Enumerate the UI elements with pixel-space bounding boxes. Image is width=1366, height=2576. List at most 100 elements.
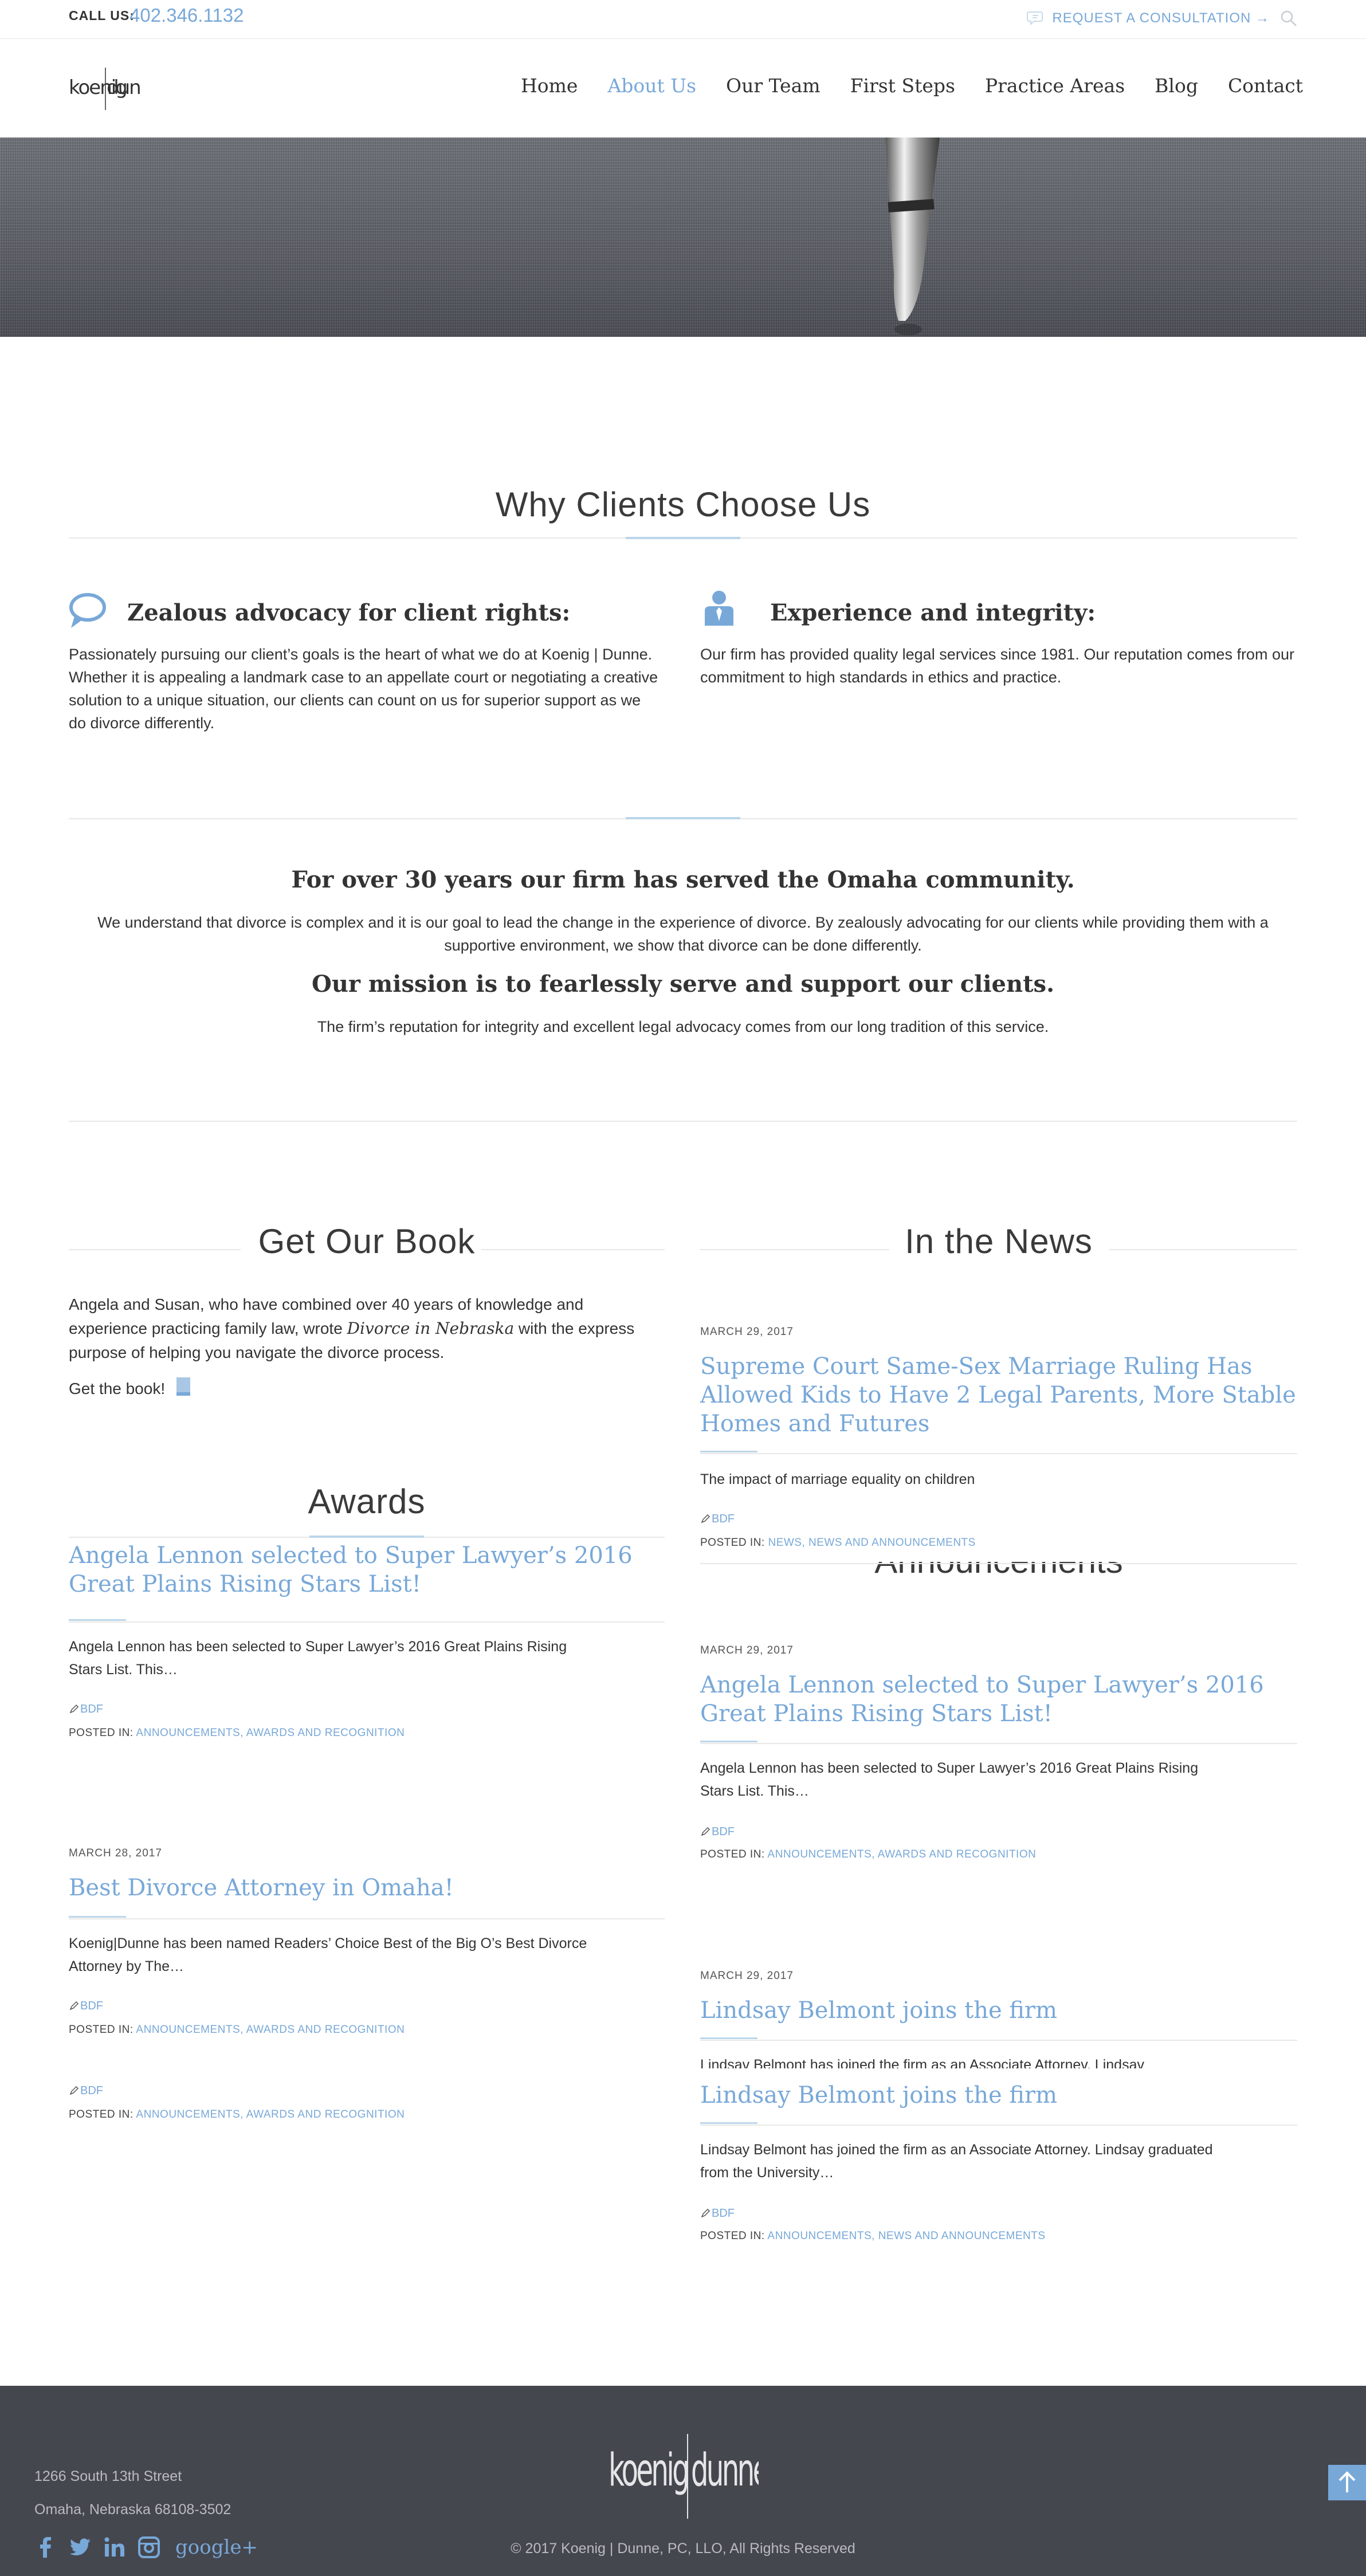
- news-title: In the News: [905, 1222, 1093, 1260]
- divider-accent: [309, 1536, 424, 1538]
- svg-text:koenig: koenig: [609, 2445, 688, 2496]
- book-text: Angela and Susan, who have combined over…: [69, 1293, 665, 1365]
- nav-our-team[interactable]: Our Team: [726, 74, 821, 97]
- mission-text-1: We understand that divorce is complex an…: [97, 914, 1269, 954]
- nav-first-steps[interactable]: First Steps: [850, 74, 955, 97]
- pen-icon: [69, 1704, 79, 1714]
- announce-categories-3[interactable]: ANNOUNCEMENTS, NEWS AND ANNOUNCEMENTS: [767, 2230, 1045, 2242]
- speech-bubble-icon: [69, 593, 106, 628]
- announcements-title: Announcements: [700, 1562, 1297, 1579]
- footer-address-line-2: Omaha, Nebraska 68108-3502: [34, 2502, 231, 2518]
- news-categories[interactable]: NEWS, NEWS AND ANNOUNCEMENTS: [768, 1537, 975, 1549]
- awards-categories-1[interactable]: ANNOUNCEMENTS, AWARDS AND RECOGNITION: [136, 1727, 405, 1739]
- posted-label: POSTED IN:: [700, 1848, 765, 1860]
- site-footer: 1266 South 13th Street Omaha, Nebraska 6…: [0, 2386, 1366, 2576]
- awards-author-3[interactable]: BDF: [80, 2084, 103, 2098]
- awards-author-1[interactable]: BDF: [80, 1703, 103, 1716]
- news-author-link[interactable]: BDF: [712, 1513, 735, 1526]
- nav-about-us[interactable]: About Us: [607, 74, 696, 97]
- announce-categories-1[interactable]: ANNOUNCEMENTS, AWARDS AND RECOGNITION: [767, 1848, 1036, 1860]
- announce-excerpt-1: Angela Lennon has been selected to Super…: [700, 1760, 1199, 1799]
- announce-author-1[interactable]: BDF: [712, 1825, 735, 1839]
- announce-date-1: MARCH 29, 2017: [700, 1644, 794, 1656]
- announcements-title-clip: Announcements: [700, 1562, 1297, 1579]
- announce-date-2: MARCH 29, 2017: [700, 1970, 794, 1982]
- awards-categories-2[interactable]: ANNOUNCEMENTS, AWARDS AND RECOGNITION: [136, 2024, 405, 2036]
- feature-heading-advocacy: Zealous advocacy for client rights:: [127, 599, 571, 626]
- divider-accent: [626, 817, 740, 819]
- awards-post-title-1[interactable]: Angela Lennon selected to Super Lawyer’s…: [69, 1545, 676, 1599]
- request-consultation[interactable]: REQUEST A CONSULTATION →: [1027, 7, 1297, 30]
- get-book-link[interactable]: Get the book!: [69, 1377, 165, 1400]
- posted-label: POSTED IN:: [700, 1537, 765, 1549]
- divider: [700, 1453, 1297, 1454]
- main-nav: Home About Us Our Team First Steps Pract…: [491, 74, 1303, 97]
- divider: [69, 1121, 1297, 1122]
- news-post-title[interactable]: Supreme Court Same-Sex Marriage Ruling H…: [700, 1352, 1302, 1438]
- why-title: Why Clients Choose Us: [495, 485, 871, 524]
- title-accent: [700, 2037, 757, 2039]
- feature-text-experience: Our firm has provided quality legal serv…: [700, 646, 1294, 686]
- pen-icon: [69, 2001, 79, 2010]
- awards-posted-in-1: POSTED IN: ANNOUNCEMENTS, AWARDS AND REC…: [69, 1727, 405, 1739]
- divider: [700, 1563, 1297, 1564]
- news-date: MARCH 29, 2017: [700, 1326, 794, 1338]
- announce-post-title-3[interactable]: Lindsay Belmont joins the firm: [700, 2081, 1308, 2110]
- search-icon[interactable]: [1280, 10, 1297, 27]
- book-title: Get Our Book: [258, 1222, 476, 1260]
- announce-author-3[interactable]: BDF: [712, 2207, 735, 2220]
- divider: [700, 2125, 1297, 2126]
- phone-link[interactable]: 402.346.1132: [129, 5, 244, 26]
- feature-text-advocacy: Passionately pursuing our client’s goals…: [69, 646, 658, 732]
- divider-accent: [626, 537, 740, 539]
- news-posted-in: POSTED IN: NEWS, NEWS AND ANNOUNCEMENTS: [700, 1537, 976, 1549]
- awards-excerpt-1: Angela Lennon has been selected to Super…: [69, 1639, 567, 1678]
- divider: [69, 1918, 665, 1919]
- awards-title: Awards: [308, 1482, 426, 1521]
- pen-icon: [701, 1827, 711, 1836]
- request-consultation-link[interactable]: REQUEST A CONSULTATION →: [1052, 10, 1270, 26]
- announce-excerpt-3: Lindsay Belmont has joined the firm as a…: [700, 2142, 1213, 2181]
- news-excerpt: The impact of marriage equality on child…: [700, 1471, 975, 1487]
- nav-home[interactable]: Home: [521, 74, 578, 97]
- title-accent: [700, 2122, 757, 2124]
- footer-logo[interactable]: koenig dunne: [609, 2422, 759, 2520]
- site-logo[interactable]: koenig dunne: [69, 63, 141, 112]
- awards-post-title-2[interactable]: Best Divorce Attorney in Omaha!: [69, 1874, 665, 1902]
- divider: [69, 1621, 665, 1623]
- announce-posted-in-3: POSTED IN: ANNOUNCEMENTS, NEWS AND ANNOU…: [700, 2230, 1046, 2243]
- pen-icon: [69, 2086, 79, 2095]
- awards-posted-in-2: POSTED IN: ANNOUNCEMENTS, AWARDS AND REC…: [69, 2024, 405, 2036]
- top-bar: CALL US: 402.346.1132 REQUEST A CONSULTA…: [0, 0, 1366, 39]
- mission-heading-2: Our mission is to fearlessly serve and s…: [312, 971, 1054, 998]
- title-accent: [69, 1916, 126, 1918]
- back-to-top-button[interactable]: [1328, 2465, 1366, 2500]
- announce-excerpt-2: Lindsav Belmont has ioined the firm as a…: [700, 2057, 1144, 2068]
- book-name: Divorce in Nebraska: [347, 1319, 515, 1338]
- call-us-label: CALL US:: [69, 8, 135, 23]
- svg-text:dunne: dunne: [107, 76, 141, 99]
- nav-practice-areas[interactable]: Practice Areas: [985, 74, 1125, 97]
- nav-blog[interactable]: Blog: [1155, 74, 1198, 97]
- arrow-up-icon: [1338, 2471, 1356, 2492]
- book-icon[interactable]: [175, 1376, 191, 1397]
- feature-heading-experience: Experience and integrity:: [770, 599, 1096, 626]
- announce-posted-in-1: POSTED IN: ANNOUNCEMENTS, AWARDS AND REC…: [700, 1848, 1036, 1861]
- announce-excerpt-2-clip: Lindsav Belmont has ioined the firm as a…: [700, 2053, 1273, 2068]
- awards-author-2[interactable]: BDF: [80, 2000, 103, 2013]
- nav-contact[interactable]: Contact: [1228, 74, 1303, 97]
- posted-label: POSTED IN:: [69, 1727, 134, 1739]
- divider: [700, 2040, 1297, 2041]
- announce-post-title-2[interactable]: Lindsay Belmont joins the firm: [700, 1996, 1308, 2025]
- chat-bubble-icon: [1027, 11, 1043, 26]
- awards-post-1-title-clip: Angela Lennon selected to Super Lawyer’s…: [69, 1545, 676, 1613]
- hero-banner: [0, 138, 1366, 337]
- announce-post-title-1[interactable]: Angela Lennon selected to Super Lawyer’s…: [700, 1671, 1308, 1728]
- posted-label: POSTED IN:: [69, 2108, 134, 2121]
- pen-icon: [701, 2208, 711, 2218]
- person-tie-icon: [705, 591, 733, 626]
- awards-categories-3[interactable]: ANNOUNCEMENTS, AWARDS AND RECOGNITION: [136, 2108, 405, 2121]
- divider: [700, 1743, 1297, 1744]
- site-header: koenig dunne Home About Us Our Team Firs…: [0, 39, 1366, 138]
- title-accent: [69, 1619, 126, 1621]
